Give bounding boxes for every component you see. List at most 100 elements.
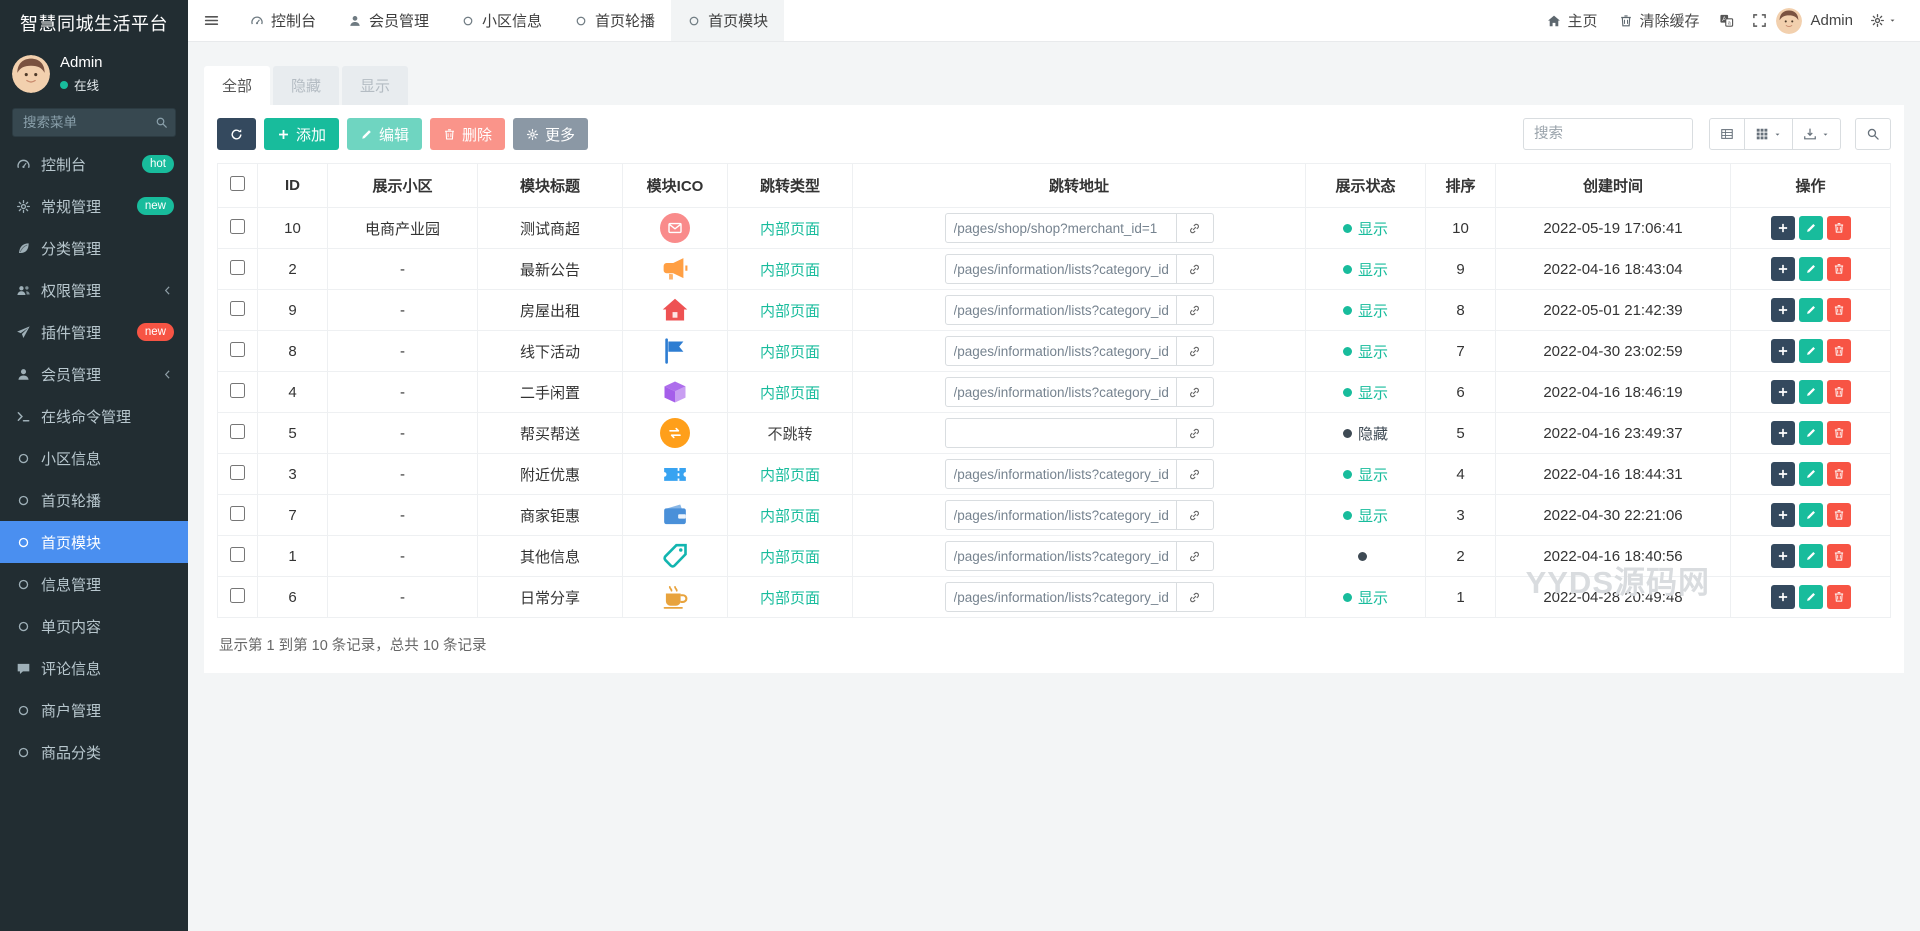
row-delete-button[interactable] [1826,380,1851,404]
sidebar-item-8[interactable]: 首页轮播 [0,479,188,521]
clear-cache-link[interactable]: 清除缓存 [1608,0,1710,42]
row-checkbox[interactable] [230,505,245,521]
row-add-button[interactable] [1770,298,1795,322]
toggle-view-button[interactable] [1709,118,1745,150]
jump-url-input[interactable] [944,213,1177,243]
sidebar-item-6[interactable]: 在线命令管理 [0,395,188,437]
columns-button[interactable] [1744,118,1793,150]
link-button[interactable] [1176,582,1214,612]
column-header-5[interactable]: 跳转地址 [852,163,1306,208]
sidebar-item-14[interactable]: 商品分类 [0,731,188,773]
export-button[interactable] [1792,118,1841,150]
row-add-button[interactable] [1770,544,1795,568]
link-button[interactable] [1176,254,1214,284]
row-delete-button[interactable] [1826,462,1851,486]
row-add-button[interactable] [1770,380,1795,404]
row-edit-button[interactable] [1798,380,1823,404]
column-header-3[interactable]: 模块ICO [622,163,728,208]
filter-tab-1[interactable]: 隐藏 [273,66,340,105]
column-header-7[interactable]: 排序 [1425,163,1496,208]
row-edit-button[interactable] [1798,257,1823,281]
home-link[interactable]: 主页 [1536,0,1608,42]
sidebar-item-3[interactable]: 权限管理 [0,269,188,311]
sidebar-item-10[interactable]: 信息管理 [0,563,188,605]
jump-url-input[interactable] [944,541,1177,571]
sidebar-item-5[interactable]: 会员管理 [0,353,188,395]
link-button[interactable] [1176,377,1214,407]
row-checkbox[interactable] [230,546,245,562]
topbar-tab-1[interactable]: 会员管理 [332,0,445,41]
jump-url-input[interactable] [944,418,1177,448]
sidebar-item-1[interactable]: 常规管理 new [0,185,188,227]
topbar-tab-3[interactable]: 首页轮播 [558,0,671,41]
avatar[interactable] [1776,7,1803,34]
row-add-button[interactable] [1770,421,1795,445]
row-edit-button[interactable] [1798,544,1823,568]
sidebar-item-0[interactable]: 控制台 hot [0,143,188,185]
row-add-button[interactable] [1770,339,1795,363]
refresh-button[interactable] [217,118,256,150]
row-checkbox[interactable] [230,587,245,603]
jump-url-input[interactable] [944,459,1177,489]
jump-url-input[interactable] [944,295,1177,325]
column-header-0[interactable]: ID [257,163,328,208]
fullscreen-button[interactable] [1743,0,1776,42]
sidebar-item-12[interactable]: 评论信息 [0,647,188,689]
jump-url-input[interactable] [944,254,1177,284]
jump-url-input[interactable] [944,582,1177,612]
row-add-button[interactable] [1770,585,1795,609]
row-edit-button[interactable] [1798,585,1823,609]
row-delete-button[interactable] [1826,503,1851,527]
search-toggle-button[interactable] [1855,118,1891,150]
sidebar-item-4[interactable]: 插件管理 new [0,311,188,353]
row-add-button[interactable] [1770,503,1795,527]
row-edit-button[interactable] [1798,298,1823,322]
sidebar-toggle-button[interactable] [188,0,234,41]
menu-search-input[interactable] [12,108,176,137]
row-edit-button[interactable] [1798,339,1823,363]
column-header-6[interactable]: 展示状态 [1305,163,1426,208]
column-header-8[interactable]: 创建时间 [1495,163,1731,208]
sidebar-item-13[interactable]: 商户管理 [0,689,188,731]
column-header-1[interactable]: 展示小区 [327,163,478,208]
topbar-tab-4[interactable]: 首页模块 [671,0,785,41]
link-button[interactable] [1176,213,1214,243]
sidebar-item-2[interactable]: 分类管理 [0,227,188,269]
row-checkbox[interactable] [230,341,245,357]
delete-button[interactable]: 删除 [430,118,506,150]
row-checkbox[interactable] [230,382,245,398]
column-header-9[interactable]: 操作 [1730,163,1891,208]
jump-url-input[interactable] [944,500,1177,530]
link-button[interactable] [1176,295,1214,325]
link-button[interactable] [1176,459,1214,489]
row-checkbox[interactable] [230,259,245,275]
link-button[interactable] [1176,418,1214,448]
row-delete-button[interactable] [1826,257,1851,281]
row-checkbox[interactable] [230,464,245,480]
row-delete-button[interactable] [1826,544,1851,568]
language-button[interactable]: Aa [1710,0,1743,42]
row-checkbox[interactable] [230,423,245,439]
link-button[interactable] [1176,541,1214,571]
row-edit-button[interactable] [1798,421,1823,445]
row-delete-button[interactable] [1826,421,1851,445]
link-button[interactable] [1176,500,1214,530]
topbar-tab-2[interactable]: 小区信息 [445,0,558,41]
row-delete-button[interactable] [1826,585,1851,609]
row-delete-button[interactable] [1826,216,1851,240]
row-delete-button[interactable] [1826,339,1851,363]
row-add-button[interactable] [1770,216,1795,240]
row-checkbox[interactable] [230,218,245,234]
column-header-2[interactable]: 模块标题 [477,163,623,208]
row-add-button[interactable] [1770,257,1795,281]
add-button[interactable]: 添加 [264,118,340,150]
row-add-button[interactable] [1770,462,1795,486]
more-button[interactable]: 更多 [513,118,589,150]
sidebar-item-11[interactable]: 单页内容 [0,605,188,647]
select-all-checkbox[interactable] [230,176,245,191]
row-edit-button[interactable] [1798,462,1823,486]
row-checkbox[interactable] [230,300,245,316]
row-edit-button[interactable] [1798,503,1823,527]
row-delete-button[interactable] [1826,298,1851,322]
table-search-input[interactable] [1523,118,1693,150]
